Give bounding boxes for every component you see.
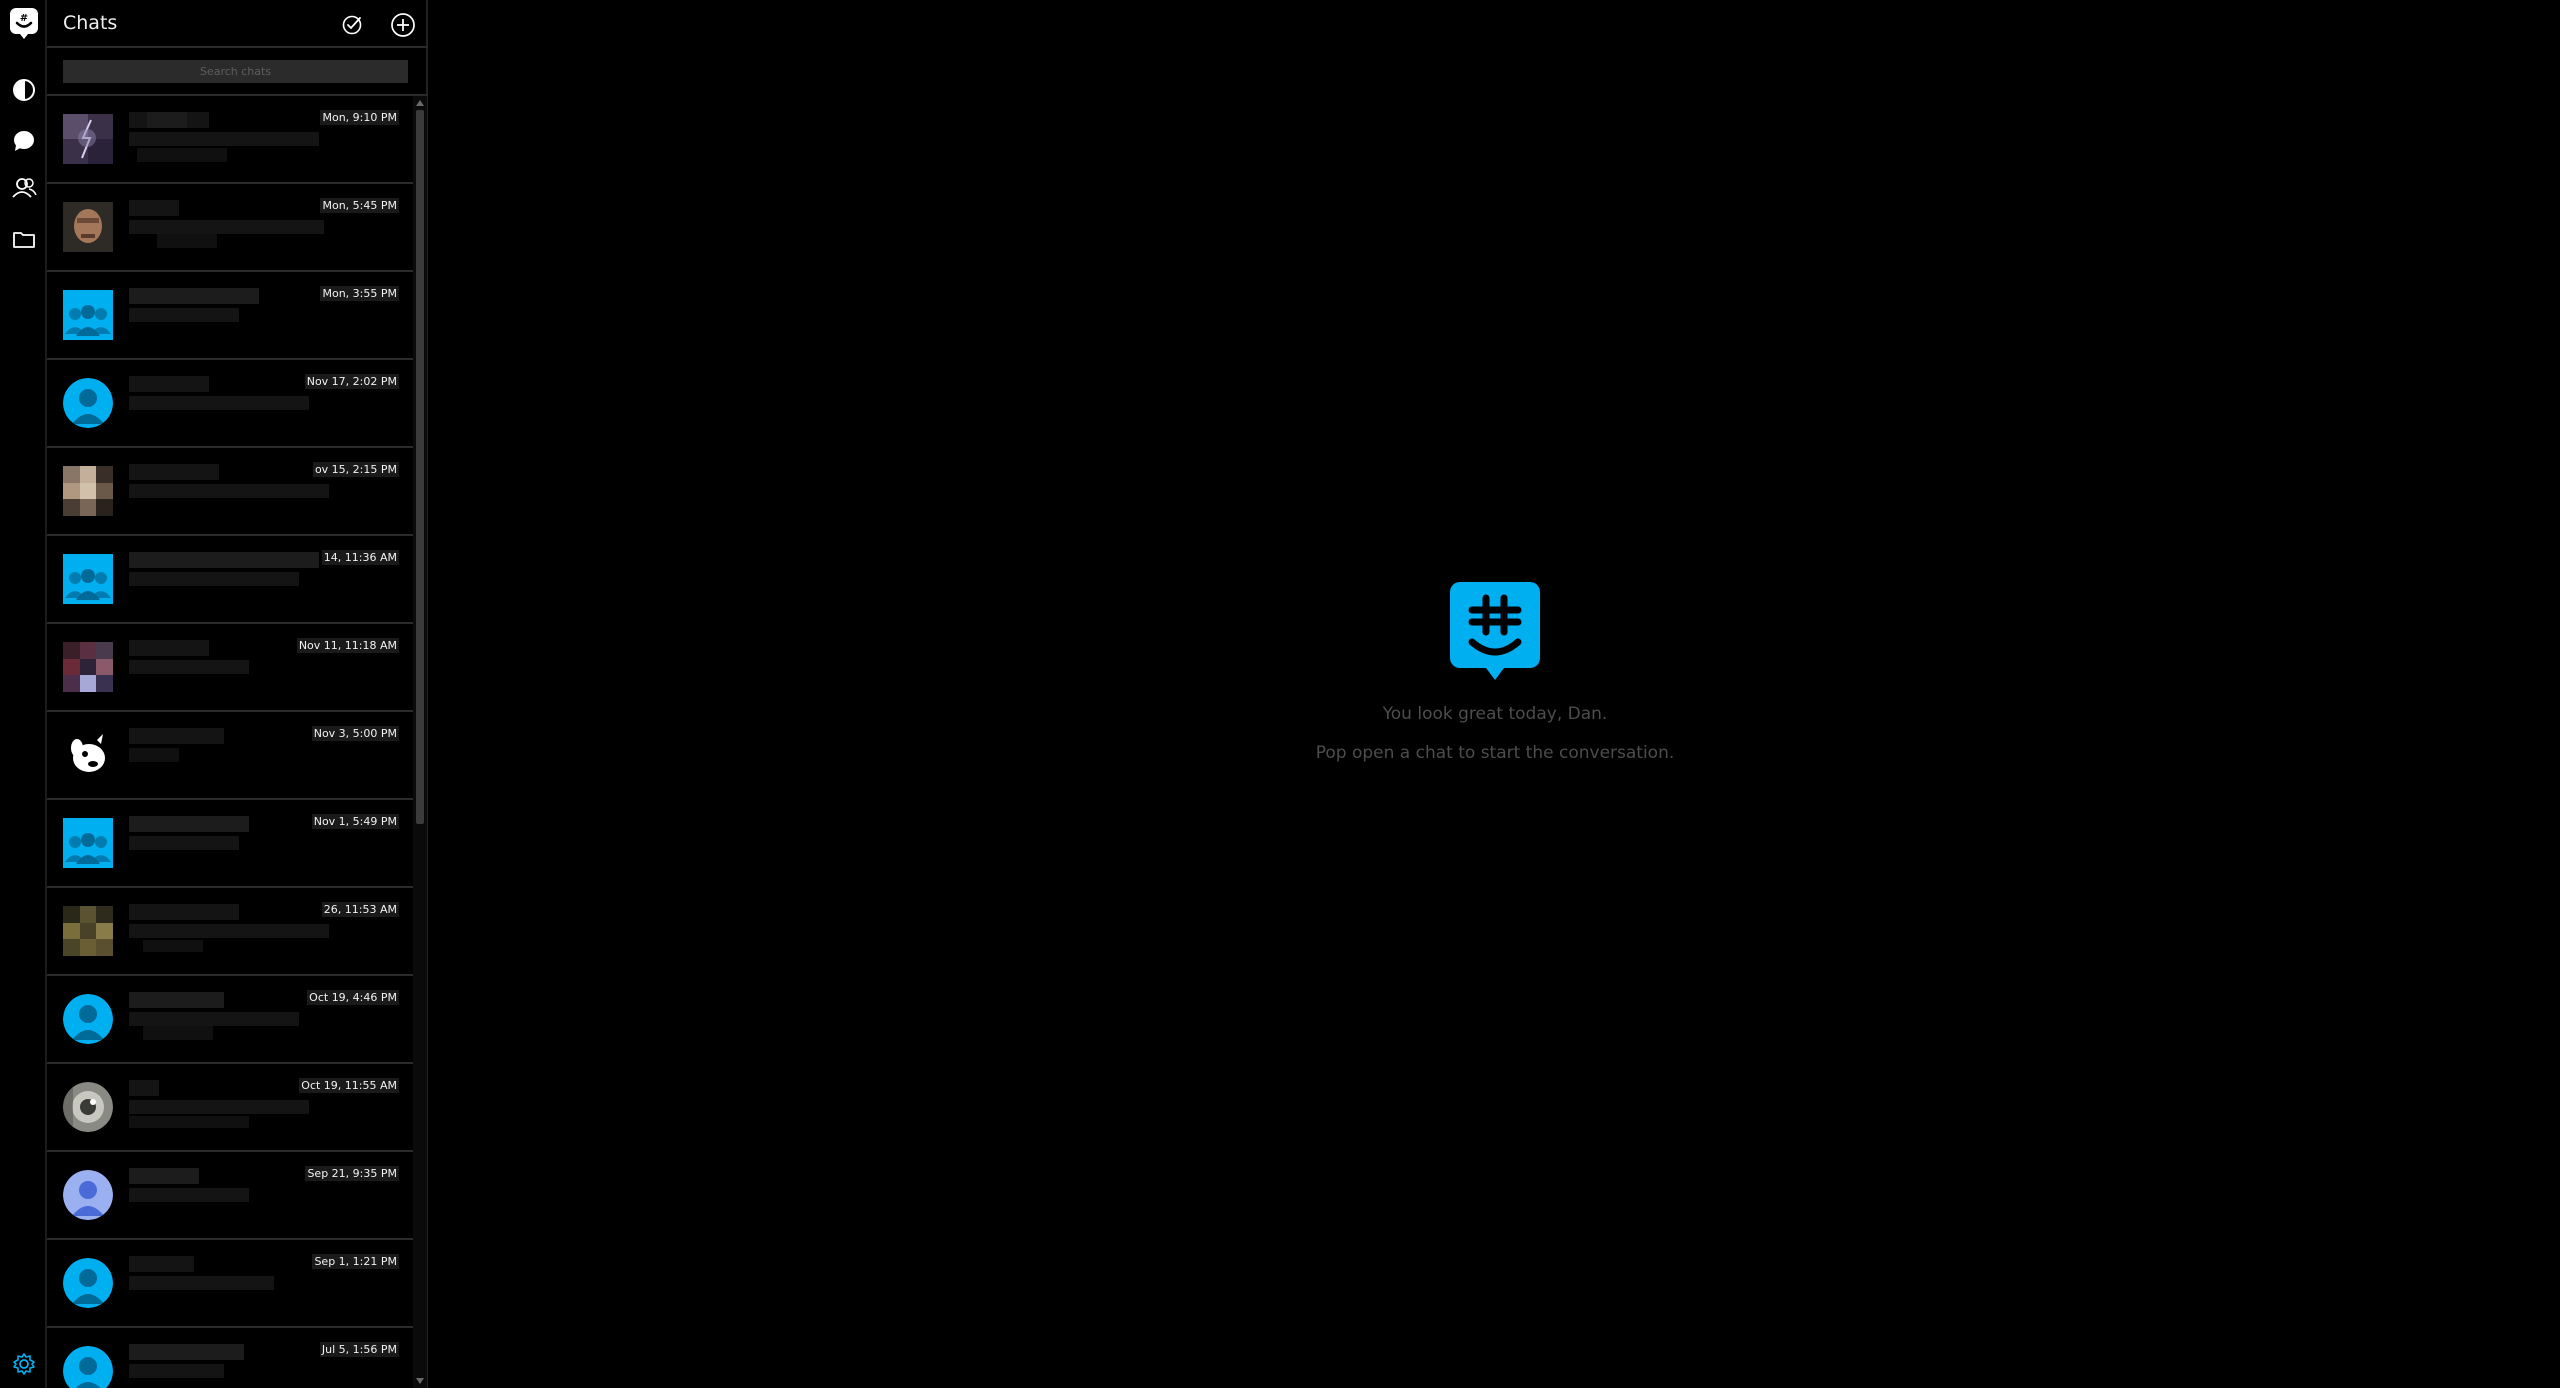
- chat-list-item[interactable]: Sep 21, 9:35 PM: [47, 1152, 413, 1240]
- chat-timestamp: Nov 1, 5:49 PM: [311, 814, 399, 829]
- scroll-up-icon[interactable]: [416, 100, 424, 106]
- chat-timestamp: 14, 11:36 AM: [321, 550, 399, 565]
- chat-list-scrollbar[interactable]: [413, 96, 427, 1388]
- avatar: [63, 202, 113, 252]
- groupme-logo-icon: [1450, 582, 1540, 682]
- chat-list-item[interactable]: Nov 11, 11:18 AM: [47, 624, 413, 712]
- chat-list-item[interactable]: Mon, 9:10 PM: [47, 96, 413, 184]
- chat-timestamp: Sep 21, 9:35 PM: [305, 1166, 399, 1181]
- chats-header: Chats: [47, 0, 428, 48]
- avatar: [63, 466, 113, 516]
- chat-list: Mon, 9:10 PM Mon, 5:45 PM Mon, 3:55 PM N…: [47, 96, 413, 1388]
- chat-timestamp: Nov 17, 2:02 PM: [304, 374, 399, 389]
- chat-list-item[interactable]: Sep 1, 1:21 PM: [47, 1240, 413, 1328]
- chat-list-item[interactable]: Mon, 3:55 PM: [47, 272, 413, 360]
- chat-timestamp: Mon, 9:10 PM: [320, 110, 399, 125]
- chat-list-item[interactable]: 26, 11:53 AM: [47, 888, 413, 976]
- avatar: [63, 906, 113, 956]
- avatar: [63, 730, 113, 780]
- chat-list-item[interactable]: Jul 5, 1:56 PM: [47, 1328, 413, 1388]
- scroll-down-icon[interactable]: [416, 1378, 424, 1384]
- chat-timestamp: Oct 19, 11:55 AM: [299, 1078, 399, 1093]
- chat-list-item[interactable]: ov 15, 2:15 PM: [47, 448, 413, 536]
- avatar: [63, 1258, 113, 1308]
- avatar: [63, 290, 113, 340]
- chat-list-item[interactable]: Nov 17, 2:02 PM: [47, 360, 413, 448]
- chat-bubble-icon[interactable]: [0, 121, 47, 161]
- chat-timestamp: Jul 5, 1:56 PM: [319, 1342, 399, 1357]
- groupme-logo-icon[interactable]: #: [0, 4, 47, 44]
- main-content: You look great today, Dan. Pop open a ch…: [430, 0, 2560, 1388]
- chat-list-item[interactable]: Nov 1, 5:49 PM: [47, 800, 413, 888]
- discover-icon[interactable]: [0, 70, 47, 110]
- chat-list-item[interactable]: 14, 11:36 AM: [47, 536, 413, 624]
- empty-state-hint: Pop open a chat to start the conversatio…: [1315, 743, 1675, 763]
- avatar: [63, 1170, 113, 1220]
- greeting-text: You look great today, Dan.: [1382, 704, 1608, 724]
- avatar: [63, 554, 113, 604]
- svg-text:#: #: [19, 13, 27, 24]
- nav-rail: #: [0, 0, 47, 1388]
- check-circle-icon: [342, 15, 362, 35]
- mark-all-read-button[interactable]: [337, 10, 367, 40]
- search-input[interactable]: [63, 60, 408, 83]
- chat-list-item[interactable]: Oct 19, 4:46 PM: [47, 976, 413, 1064]
- chat-list-item[interactable]: Mon, 5:45 PM: [47, 184, 413, 272]
- chat-timestamp: Mon, 3:55 PM: [320, 286, 399, 301]
- plus-circle-icon: [391, 13, 415, 37]
- folder-icon[interactable]: [0, 219, 47, 259]
- avatar: [63, 378, 113, 428]
- chat-timestamp: Nov 11, 11:18 AM: [296, 638, 399, 653]
- contacts-icon[interactable]: [0, 168, 47, 208]
- search-bar: [47, 48, 428, 96]
- chat-timestamp: 26, 11:53 AM: [321, 902, 399, 917]
- chat-timestamp: Nov 3, 5:00 PM: [311, 726, 399, 741]
- avatar: [63, 1346, 113, 1388]
- chat-timestamp: Mon, 5:45 PM: [320, 198, 399, 213]
- chat-timestamp: ov 15, 2:15 PM: [312, 462, 399, 477]
- avatar: [63, 1082, 113, 1132]
- chat-list-item[interactable]: Nov 3, 5:00 PM: [47, 712, 413, 800]
- avatar: [63, 994, 113, 1044]
- chat-timestamp: Oct 19, 4:46 PM: [307, 990, 399, 1005]
- avatar: [63, 642, 113, 692]
- chat-list-item[interactable]: Oct 19, 11:55 AM: [47, 1064, 413, 1152]
- page-title: Chats: [63, 12, 118, 34]
- avatar: [63, 114, 113, 164]
- avatar: [63, 818, 113, 868]
- scroll-thumb[interactable]: [416, 110, 424, 824]
- settings-icon[interactable]: [0, 1344, 47, 1384]
- new-chat-button[interactable]: [388, 10, 418, 40]
- chats-panel: Chats Search chats Mon, 9:10 PM Mon, 5:4…: [47, 0, 428, 1388]
- chat-timestamp: Sep 1, 1:21 PM: [312, 1254, 399, 1269]
